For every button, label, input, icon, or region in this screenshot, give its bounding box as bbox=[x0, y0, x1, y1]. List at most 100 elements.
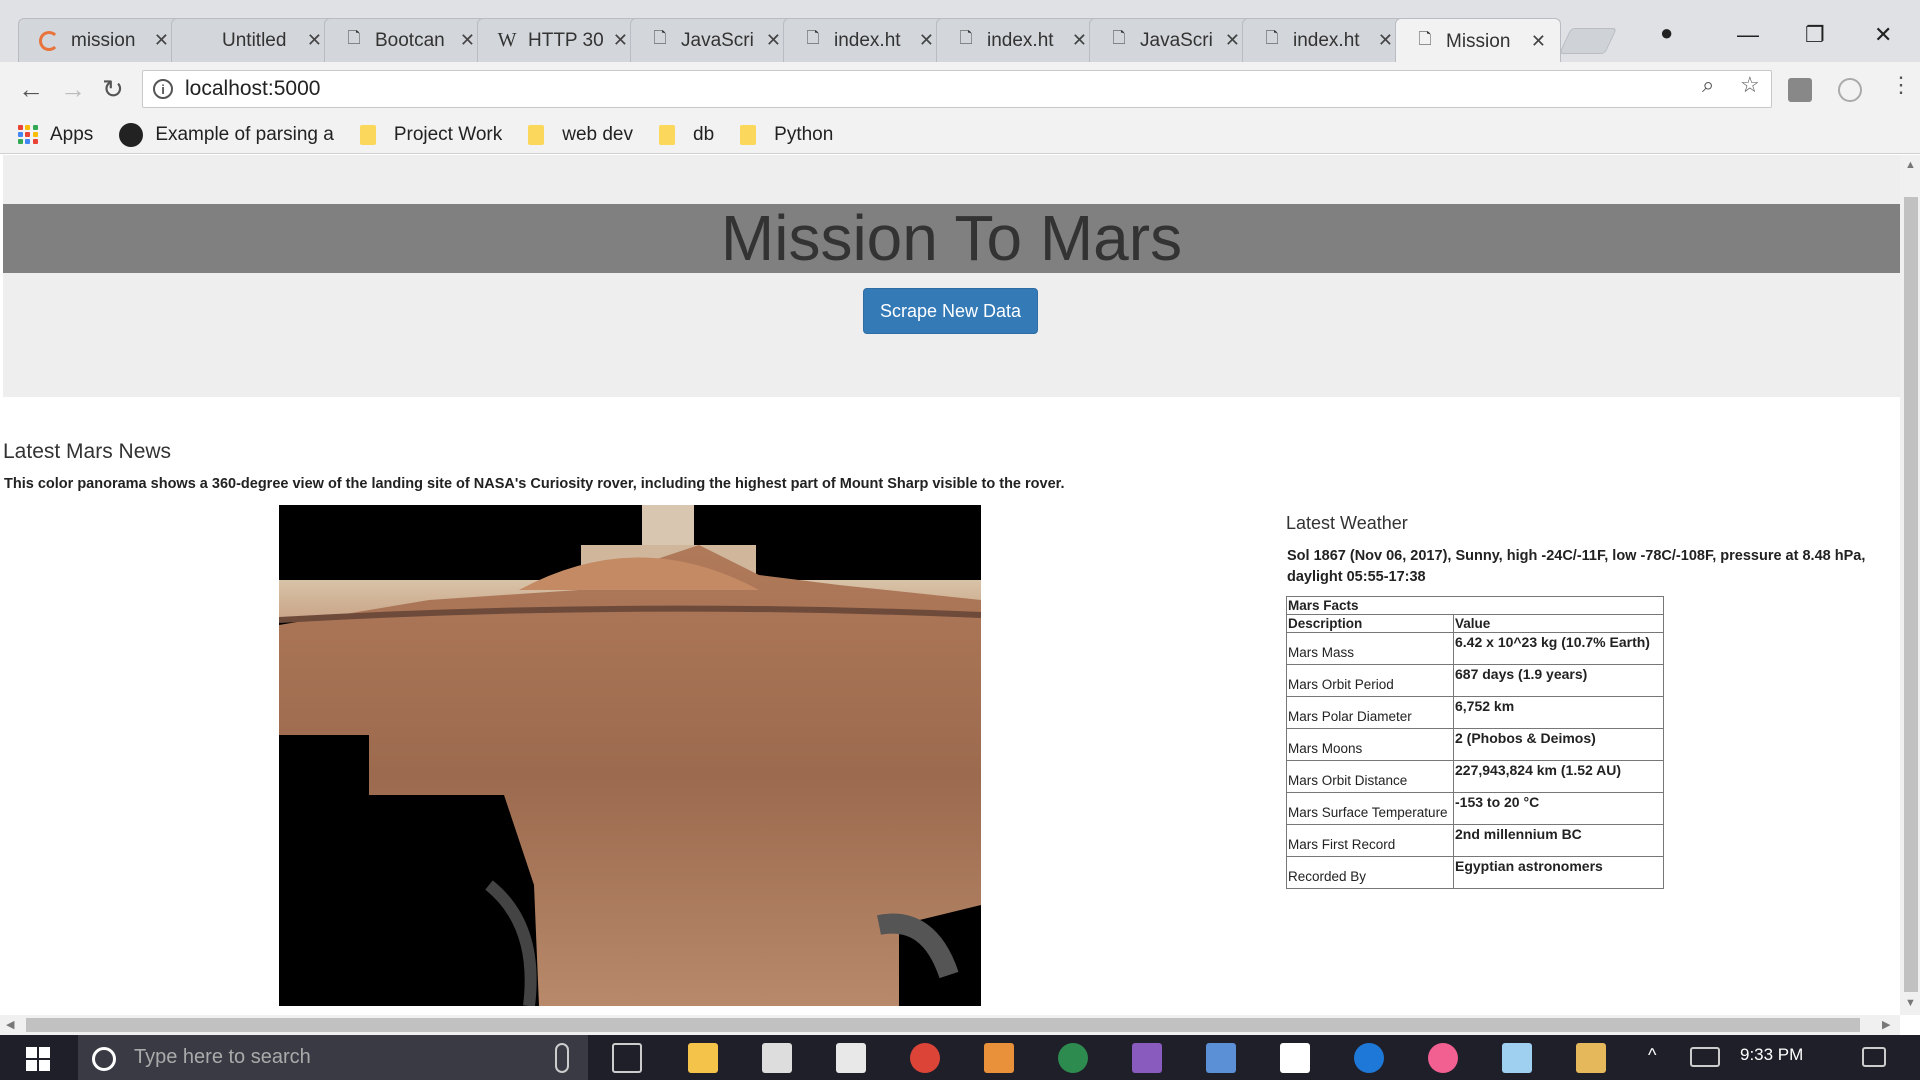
tab-close-icon[interactable]: ✕ bbox=[307, 30, 322, 51]
bookmark-web-dev[interactable]: web dev bbox=[528, 124, 633, 146]
bookmark-apps[interactable]: Apps bbox=[18, 124, 93, 146]
back-icon[interactable]: ← bbox=[18, 74, 44, 105]
tab-close-icon[interactable]: ✕ bbox=[1225, 30, 1240, 51]
tab-6[interactable]: 🗋 index.ht ✕ bbox=[936, 18, 1102, 62]
tab-title: mission bbox=[71, 29, 136, 51]
bookmark-star-icon[interactable]: ☆ bbox=[1740, 72, 1760, 98]
files-icon[interactable] bbox=[1576, 1043, 1606, 1073]
fact-value: 6,752 km bbox=[1453, 696, 1664, 729]
tab-close-icon[interactable]: ✕ bbox=[154, 30, 169, 51]
forward-icon[interactable]: → bbox=[60, 74, 86, 105]
windows-start-icon[interactable] bbox=[26, 1047, 50, 1071]
page-title: Mission To Mars bbox=[720, 202, 1183, 274]
scroll-down-icon[interactable]: ▼ bbox=[1905, 997, 1916, 1009]
zoom-icon[interactable]: ⌕ bbox=[1702, 72, 1714, 98]
bookmark-project-work[interactable]: Project Work bbox=[359, 124, 502, 146]
taskbar-search[interactable]: Type here to search bbox=[78, 1035, 588, 1080]
extension-circle-icon[interactable] bbox=[1838, 78, 1862, 102]
tab-5[interactable]: 🗋 index.ht ✕ bbox=[783, 18, 949, 62]
vertical-scrollbar[interactable]: ▲ ▼ bbox=[1900, 155, 1920, 1015]
vertical-scroll-thumb[interactable] bbox=[1904, 197, 1918, 992]
scroll-up-icon[interactable]: ▲ bbox=[1905, 159, 1916, 171]
tab-4[interactable]: 🗋 JavaScri ✕ bbox=[630, 18, 796, 62]
app-icon[interactable] bbox=[1132, 1043, 1162, 1073]
fact-value: -153 to 20 °C bbox=[1453, 792, 1664, 825]
tab-close-icon[interactable]: ✕ bbox=[1531, 31, 1546, 52]
store-icon[interactable] bbox=[836, 1043, 866, 1073]
tab-0[interactable]: mission ✕ bbox=[18, 18, 184, 62]
close-window-icon[interactable]: ✕ bbox=[1874, 22, 1892, 48]
tab-1[interactable]: Untitled ✕ bbox=[171, 18, 337, 62]
file-explorer-icon[interactable] bbox=[688, 1043, 718, 1073]
tab-close-icon[interactable]: ✕ bbox=[919, 30, 934, 51]
address-bar[interactable]: i localhost:5000 bbox=[142, 70, 1772, 108]
table-row: Mars Moons 2 (Phobos & Deimos) bbox=[1286, 728, 1664, 761]
browser-toolbar: ← → ↻ i localhost:5000 ⌕ ☆ ⋮ bbox=[0, 62, 1920, 116]
chevron-up-icon[interactable]: ^ bbox=[1648, 1045, 1656, 1066]
microphone-icon[interactable] bbox=[555, 1043, 569, 1073]
restore-icon[interactable]: ❐ bbox=[1805, 22, 1825, 48]
page-viewport: Mission To Mars Scrape New Data Latest M… bbox=[0, 155, 1900, 1015]
keyboard-icon[interactable] bbox=[1690, 1047, 1720, 1067]
taskbar-clock[interactable]: 9:33 PM bbox=[1740, 1045, 1803, 1065]
profile-icon[interactable]: ● bbox=[1660, 20, 1673, 46]
horizontal-scroll-thumb[interactable] bbox=[26, 1018, 1860, 1032]
mail-icon[interactable] bbox=[762, 1043, 792, 1073]
edge-icon[interactable] bbox=[1354, 1043, 1384, 1073]
table-row: Mars Surface Temperature -153 to 20 °C bbox=[1286, 792, 1664, 825]
taskbar-search-placeholder: Type here to search bbox=[134, 1046, 311, 1068]
blank-tab-icon bbox=[192, 31, 210, 51]
fact-description: Mars Orbit Distance bbox=[1286, 760, 1454, 793]
extension-m-icon[interactable] bbox=[1788, 78, 1812, 102]
tab-title: Untitled bbox=[222, 29, 287, 51]
tab-close-icon[interactable]: ✕ bbox=[460, 30, 475, 51]
tab-9-active[interactable]: 🗋 Mission ✕ bbox=[1395, 18, 1561, 64]
tab-close-icon[interactable]: ✕ bbox=[766, 30, 781, 51]
horizontal-scrollbar[interactable]: ◀ ▶ bbox=[0, 1015, 1900, 1035]
page-icon: 🗋 bbox=[653, 30, 667, 47]
tab-strip: mission ✕ Untitled ✕ 🗋 Bootcan ✕ W HTTP … bbox=[0, 0, 1920, 64]
tab-2[interactable]: 🗋 Bootcan ✕ bbox=[324, 18, 490, 62]
scroll-left-icon[interactable]: ◀ bbox=[6, 1018, 14, 1031]
notepad-icon[interactable] bbox=[1502, 1043, 1532, 1073]
document-icon[interactable] bbox=[1206, 1043, 1236, 1073]
scroll-right-icon[interactable]: ▶ bbox=[1882, 1018, 1890, 1031]
itunes-icon[interactable] bbox=[1428, 1043, 1458, 1073]
tab-title: JavaScri bbox=[681, 29, 754, 51]
tab-title: JavaScri bbox=[1140, 29, 1213, 51]
jumbotron bbox=[3, 155, 1900, 397]
news-paragraph: This color panorama shows a 360-degree v… bbox=[4, 476, 1065, 492]
tab-close-icon[interactable]: ✕ bbox=[613, 30, 628, 51]
new-tab-button[interactable] bbox=[1558, 28, 1618, 54]
tab-close-icon[interactable]: ✕ bbox=[1378, 30, 1393, 51]
site-info-icon[interactable]: i bbox=[153, 79, 173, 99]
scrape-new-data-button[interactable]: Scrape New Data bbox=[863, 288, 1038, 334]
table-row: Mars Mass 6.42 x 10^23 kg (10.7% Earth) bbox=[1286, 632, 1664, 665]
fact-description: Mars Orbit Period bbox=[1286, 664, 1454, 697]
url-text[interactable]: localhost:5000 bbox=[185, 77, 320, 101]
tab-3[interactable]: W HTTP 30 ✕ bbox=[477, 18, 643, 62]
task-view-icon[interactable] bbox=[612, 1043, 642, 1073]
table-row: Mars Orbit Distance 227,943,824 km (1.52… bbox=[1286, 760, 1664, 793]
bookmark-python[interactable]: Python bbox=[740, 124, 833, 146]
fact-description: Recorded By bbox=[1286, 856, 1454, 889]
tab-8[interactable]: 🗋 index.ht ✕ bbox=[1242, 18, 1408, 62]
photos-icon[interactable] bbox=[1280, 1043, 1310, 1073]
cortana-icon bbox=[92, 1047, 116, 1071]
tab-close-icon[interactable]: ✕ bbox=[1072, 30, 1087, 51]
slack-icon[interactable] bbox=[1058, 1043, 1088, 1073]
bookmark-db[interactable]: db bbox=[659, 124, 714, 146]
reload-icon[interactable]: ↻ bbox=[102, 74, 124, 105]
chrome-icon[interactable] bbox=[910, 1043, 940, 1073]
notifications-icon[interactable] bbox=[1862, 1047, 1886, 1067]
bookmark-github[interactable]: Example of parsing a bbox=[119, 122, 334, 147]
tab-7[interactable]: 🗋 JavaScri ✕ bbox=[1089, 18, 1255, 62]
page-icon: 🗋 bbox=[1112, 30, 1126, 47]
minimize-icon[interactable]: — bbox=[1737, 22, 1759, 48]
table-row: Recorded By Egyptian astronomers bbox=[1286, 856, 1664, 889]
sublime-icon[interactable] bbox=[984, 1043, 1014, 1073]
bookmark-label: Apps bbox=[50, 123, 94, 145]
page-icon: 🗋 bbox=[959, 30, 973, 47]
fact-value: 2nd millennium BC bbox=[1453, 824, 1664, 857]
menu-icon[interactable]: ⋮ bbox=[1890, 72, 1912, 98]
